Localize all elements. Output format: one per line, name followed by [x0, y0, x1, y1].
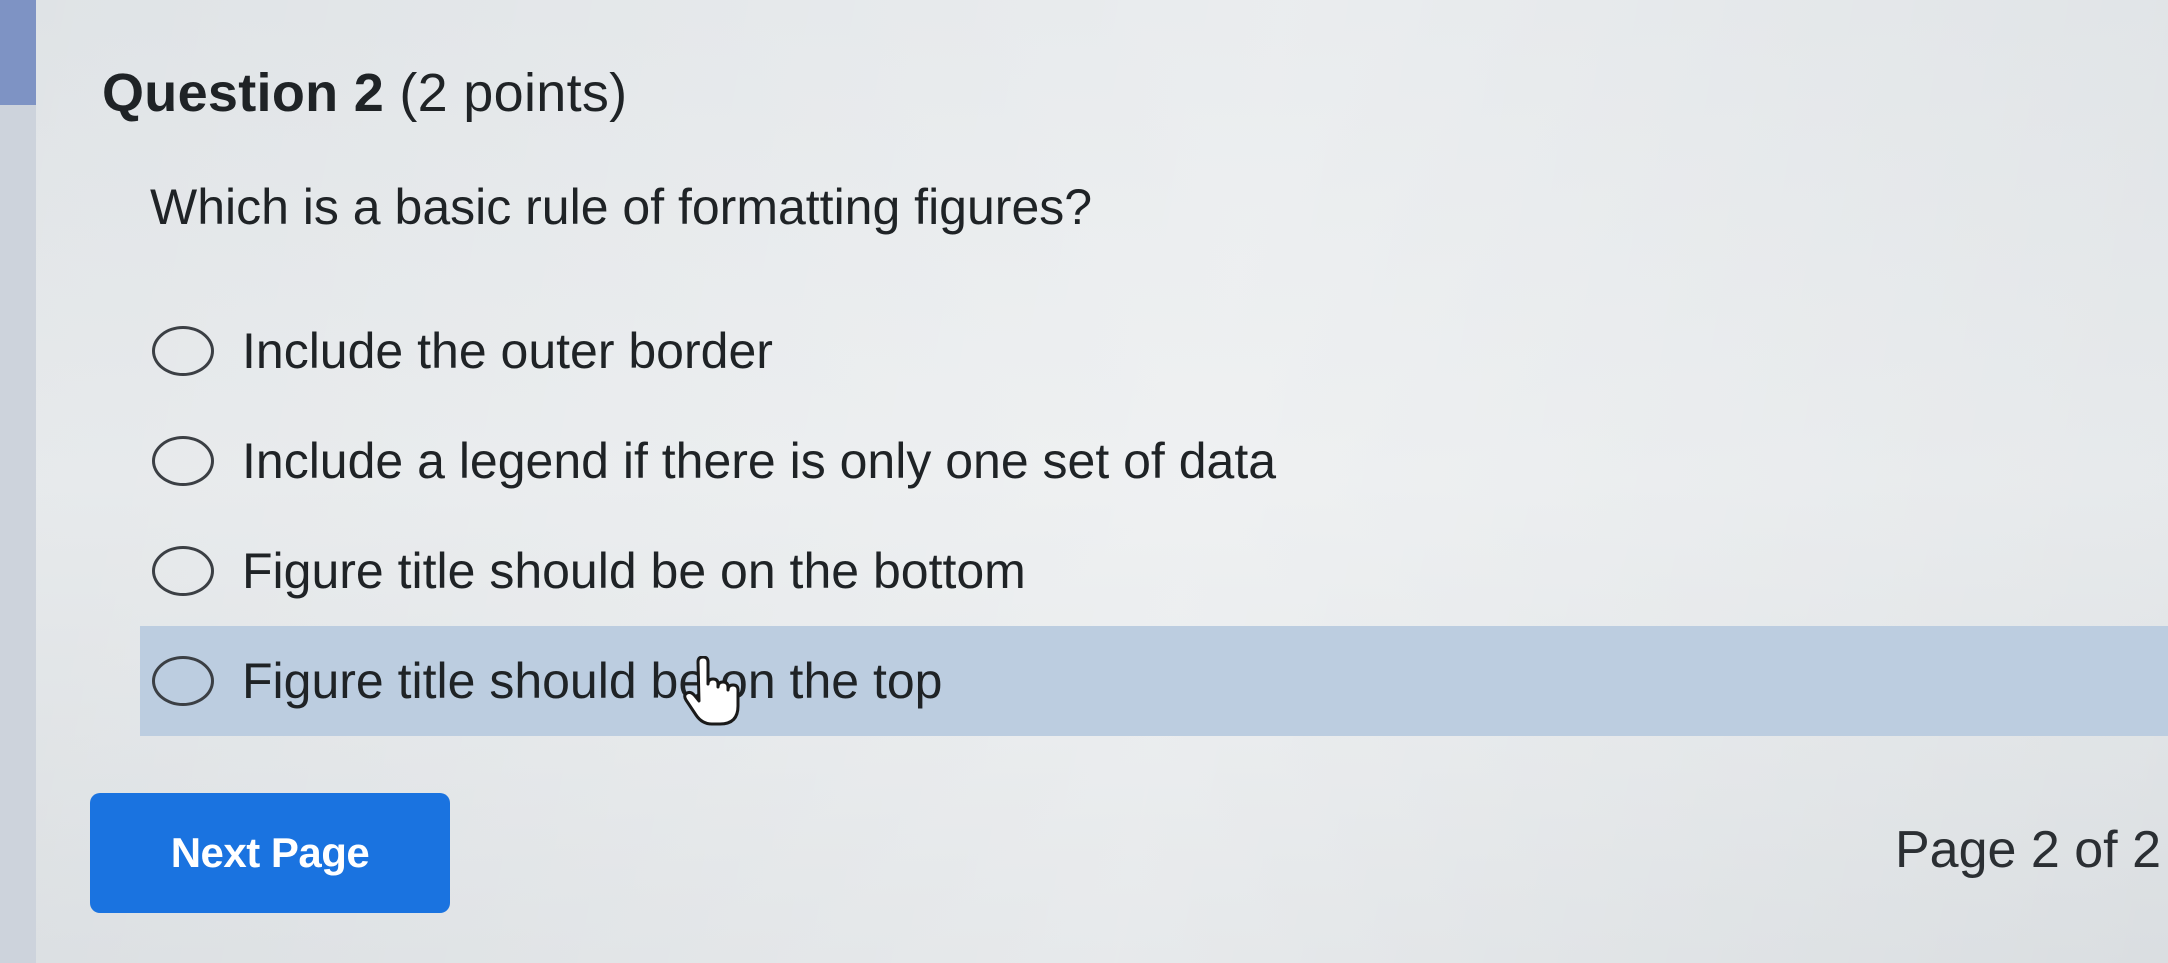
page-indicator: Page 2 of 2	[1895, 821, 2161, 879]
radio-button[interactable]	[152, 546, 214, 596]
answer-option-label: Include the outer border	[242, 323, 773, 379]
question-title: Question 2 (2 points)	[102, 62, 627, 124]
question-prompt: Which is a basic rule of formatting figu…	[150, 179, 1093, 235]
radio-button[interactable]	[152, 436, 214, 486]
question-points: (2 points)	[399, 63, 628, 123]
answer-options: Include the outer border Include a legen…	[140, 296, 2168, 736]
answer-option-label: Figure title should be on the top	[242, 653, 943, 709]
left-side-strip	[0, 105, 36, 963]
question-number: Question 2	[102, 63, 385, 123]
left-accent-bar	[0, 0, 36, 105]
next-page-button[interactable]: Next Page	[90, 793, 450, 913]
radio-button[interactable]	[152, 326, 214, 376]
answer-option[interactable]: Figure title should be on the bottom	[140, 516, 2168, 626]
answer-option-label: Figure title should be on the bottom	[242, 543, 1026, 599]
answer-option-label: Include a legend if there is only one se…	[242, 433, 1277, 489]
radio-button[interactable]	[152, 656, 214, 706]
answer-option[interactable]: Include the outer border	[140, 296, 2168, 406]
hand-pointer-cursor-icon	[683, 656, 740, 726]
answer-option[interactable]: Include a legend if there is only one se…	[140, 406, 2168, 516]
answer-option-hovered[interactable]: Figure title should be on the top	[140, 626, 2168, 736]
